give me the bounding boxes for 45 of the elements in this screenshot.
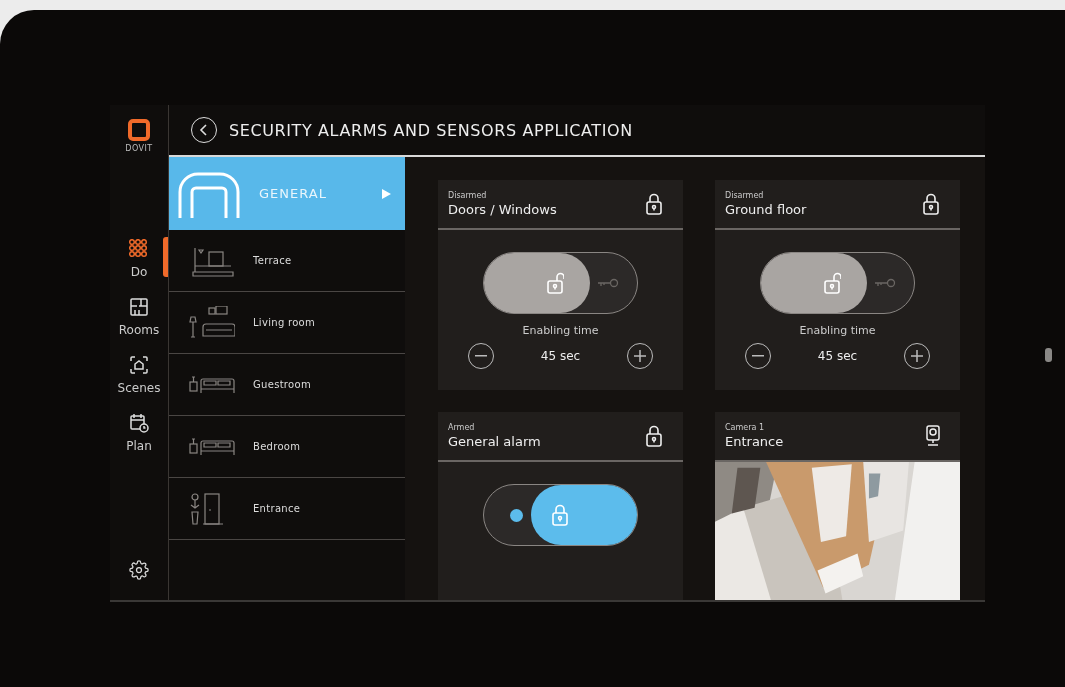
card-title: Entrance [725,434,784,449]
nav-item[interactable]: Do [110,237,168,281]
active-indicator [163,237,168,277]
card-status: Disarmed [725,191,765,200]
enabling-time-label: Enabling time [522,324,599,337]
plus-icon [911,350,924,362]
logo-icon [128,119,150,141]
key-icon [597,278,619,288]
play-icon [382,188,391,199]
minus-icon [751,355,764,357]
brand-name: DOVIT [125,144,153,153]
nav-item[interactable]: Scenes [110,353,168,397]
card-title: General alarm [448,434,541,449]
card-title: Ground floor [725,202,807,217]
time-value: 45 sec [817,349,858,363]
nav-item[interactable]: Plan [110,411,168,455]
lock-icon [922,193,940,215]
minus-icon [474,355,487,357]
unlocked-icon [546,272,564,294]
calendar-clock-icon [129,413,149,433]
enabling-time-label: Enabling time [799,324,876,337]
plus-icon [634,350,647,362]
time-value: 45 sec [540,349,581,363]
bed-icon [189,436,235,457]
grid-icon [129,239,149,259]
status-dot [510,508,523,522]
lock-icon [551,504,569,526]
page-title: SECURITY ALARMS AND SENSORS APPLICATION [229,120,633,140]
lock-icon [645,193,663,215]
indicator-light [1045,348,1052,362]
card-status: Camera 1 [725,423,766,432]
sofa-lamp-icon [189,305,235,340]
bed-icon [189,374,235,395]
card-title: Doors / Windows [448,202,557,217]
home-frame-icon [129,355,149,375]
settings-icon[interactable] [129,560,149,580]
unlocked-icon [823,272,841,294]
card-status: Disarmed [448,191,488,200]
lock-icon [645,425,663,447]
floor-plan-icon [129,297,149,317]
card-status: Armed [448,423,476,432]
key-icon [874,278,896,288]
chevron-left-icon [199,124,209,136]
nav-item[interactable]: Rooms [110,295,168,339]
camera-icon [926,425,940,447]
